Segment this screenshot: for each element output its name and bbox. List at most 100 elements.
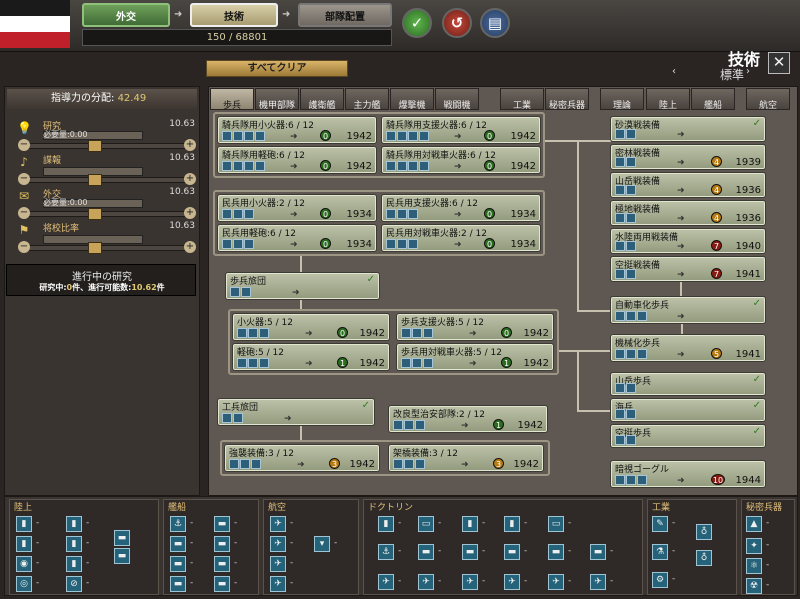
gear-icon[interactable]: ⚙	[652, 572, 668, 588]
ship-icon[interactable]: ▬	[418, 544, 434, 560]
tech-node[interactable]: 機械化歩兵 ➜ 5 1941	[610, 334, 766, 362]
tech-node[interactable]: 砂漠戦装備 ✓ ➜	[610, 116, 766, 142]
bulb-icon[interactable]: ♁	[696, 524, 712, 540]
radiation-icon[interactable]: ☢	[746, 578, 762, 594]
close-button[interactable]: ✕	[768, 52, 790, 74]
plane-icon[interactable]: ✈	[418, 574, 434, 590]
ship-icon[interactable]: ▬	[548, 544, 564, 560]
tech-node[interactable]: 改良型治安部隊:2 / 12 ➜ 1 1942	[388, 405, 548, 433]
slot-icon[interactable]: ◎	[16, 576, 32, 592]
satellite-icon[interactable]: ✦	[746, 538, 762, 554]
confirm-check-button[interactable]: ✓	[402, 8, 432, 38]
tech-node[interactable]: 自動車化歩兵 ✓ ➜	[610, 296, 766, 324]
tech-node[interactable]: 民兵用軽砲:6 / 12 ➜ 0 1934	[217, 224, 377, 252]
ship-icon[interactable]: ▬	[504, 544, 520, 560]
slot-icon[interactable]: ▭	[548, 516, 564, 532]
deployment-button[interactable]: 部隊配置	[298, 3, 392, 27]
plane-icon[interactable]: ✈	[548, 574, 564, 590]
tank-icon[interactable]: ▭	[418, 516, 434, 532]
tech-node-infantry-brigade[interactable]: 歩兵旅団 ✓ ➜	[225, 272, 380, 300]
tech-node-engineer-brigade[interactable]: 工兵旅団 ✓ ➜	[217, 398, 375, 426]
ship-icon[interactable]: ▬	[462, 544, 478, 560]
ship-icon[interactable]: ▬	[214, 536, 230, 552]
slot-icon[interactable]: ▬	[114, 530, 130, 546]
anchor-icon[interactable]: ⚓	[378, 544, 394, 560]
anchor-icon[interactable]: ⚓	[170, 516, 186, 532]
list-button[interactable]: ▤	[480, 8, 510, 38]
tech-node[interactable]: 騎兵隊用小火器:6 / 12 ➜ 0 1942	[217, 116, 377, 144]
plane-icon[interactable]: ✈	[462, 574, 478, 590]
clear-all-button[interactable]: すべてクリア	[206, 60, 348, 77]
tech-node[interactable]: 歩兵支援火器:5 / 12 ➜ 0 1942	[396, 313, 554, 341]
tech-node[interactable]: 小火器:5 / 12 ➜ 0 1942	[232, 313, 390, 341]
slot-icon[interactable]: ▮	[66, 516, 82, 532]
tech-node[interactable]: 極地戦装備 ➜ 4 1936	[610, 200, 766, 226]
diplomacy-button[interactable]: 外交	[82, 3, 170, 27]
tech-node[interactable]: 民兵用小火器:2 / 12 ➜ 0 1934	[217, 194, 377, 222]
tech-node[interactable]: 騎兵隊用対戦車火器:6 / 12 ➜ 0 1942	[381, 146, 541, 174]
tab-escort[interactable]: 護衛艦	[300, 88, 344, 111]
prev-arrow-icon[interactable]: ‹	[672, 66, 676, 77]
plane-icon[interactable]: ✈	[378, 574, 394, 590]
tech-node[interactable]: 軽砲:5 / 12 ➜ 1 1942	[232, 343, 390, 371]
diplomacy-slider[interactable]: − +	[18, 207, 196, 220]
tab-armor[interactable]: 機甲部隊	[255, 88, 299, 111]
rocket-icon[interactable]: ▲	[746, 516, 762, 532]
tab-air-doctrine[interactable]: 航空	[746, 88, 790, 111]
tab-bombers[interactable]: 爆撃機	[390, 88, 434, 111]
atom-icon[interactable]: ⚛	[746, 558, 762, 574]
tech-node[interactable]: 暗視ゴーグル ➜ 10 1944	[610, 460, 766, 488]
ship-icon[interactable]: ▬	[214, 576, 230, 592]
tech-node[interactable]: 水陸両用戦装備 ➜ 7 1940	[610, 228, 766, 254]
bomb-icon[interactable]: ▾	[314, 536, 330, 552]
bulb-icon[interactable]: ♁	[696, 550, 712, 566]
officer-slider[interactable]: − +	[18, 241, 196, 254]
slot-icon[interactable]: ▬	[114, 548, 130, 564]
ship-icon[interactable]: ▬	[170, 576, 186, 592]
technology-button[interactable]: 技術	[190, 3, 278, 27]
slot-icon[interactable]: ▮	[16, 536, 32, 552]
tech-node[interactable]: 民兵用支援火器:6 / 12 ➜ 0 1934	[381, 194, 541, 222]
ship-icon[interactable]: ▬	[590, 544, 606, 560]
tech-node[interactable]: 密林戦装備 ➜ 4 1939	[610, 144, 766, 170]
tech-node[interactable]: 民兵用対戦車火器:2 / 12 ➜ 0 1934	[381, 224, 541, 252]
tab-capital-ships[interactable]: 主力艦	[345, 88, 389, 111]
plane-icon[interactable]: ✈	[590, 574, 606, 590]
slot-icon[interactable]: ▮	[504, 516, 520, 532]
tab-fighters[interactable]: 戦闘機	[435, 88, 479, 111]
tech-node[interactable]: 強襲装備:3 / 12 ➜ 3 1942	[224, 444, 380, 472]
tab-theory[interactable]: 理論	[600, 88, 644, 111]
next-arrow-icon[interactable]: ›	[746, 66, 750, 77]
slot-icon[interactable]: ◉	[16, 556, 32, 572]
tech-node[interactable]: 空挺戦装備 ➜ 7 1941	[610, 256, 766, 282]
tech-node[interactable]: 騎兵隊用支援火器:6 / 12 ➜ 0 1942	[381, 116, 541, 144]
ship-icon[interactable]: ▬	[170, 556, 186, 572]
tech-node[interactable]: 海兵 ✓	[610, 398, 766, 422]
slot-icon[interactable]: ▮	[378, 516, 394, 532]
plane-icon[interactable]: ✈	[270, 536, 286, 552]
slot-icon[interactable]: ▮	[462, 516, 478, 532]
nation-flag[interactable]	[0, 0, 70, 48]
ship-icon[interactable]: ▬	[214, 556, 230, 572]
flask-icon[interactable]: ⚗	[652, 544, 668, 560]
tab-infantry[interactable]: 歩兵	[210, 88, 254, 111]
research-slider[interactable]: − +	[18, 139, 196, 152]
undo-button[interactable]: ↺	[442, 8, 472, 38]
plane-icon[interactable]: ✈	[504, 574, 520, 590]
slot-icon[interactable]: ▮	[16, 516, 32, 532]
slot-icon[interactable]: ▮	[66, 556, 82, 572]
tab-industry[interactable]: 工業	[500, 88, 544, 111]
tech-node[interactable]: 空挺歩兵 ✓	[610, 424, 766, 448]
tech-node[interactable]: 山岳歩兵 ✓	[610, 372, 766, 396]
tech-node[interactable]: 歩兵用対戦車火器:5 / 12 ➜ 1 1942	[396, 343, 554, 371]
tab-land-doctrine[interactable]: 陸上	[646, 88, 690, 111]
slot-icon[interactable]: ▮	[66, 536, 82, 552]
tab-naval-doctrine[interactable]: 艦船	[691, 88, 735, 111]
plane-icon[interactable]: ✈	[270, 556, 286, 572]
ship-icon[interactable]: ▬	[170, 536, 186, 552]
tech-node[interactable]: 騎兵隊用軽砲:6 / 12 ➜ 0 1942	[217, 146, 377, 174]
tech-node[interactable]: 山岳戦装備 ➜ 4 1936	[610, 172, 766, 198]
plane-icon[interactable]: ✈	[270, 576, 286, 592]
espionage-slider[interactable]: − +	[18, 173, 196, 186]
plane-icon[interactable]: ✈	[270, 516, 286, 532]
